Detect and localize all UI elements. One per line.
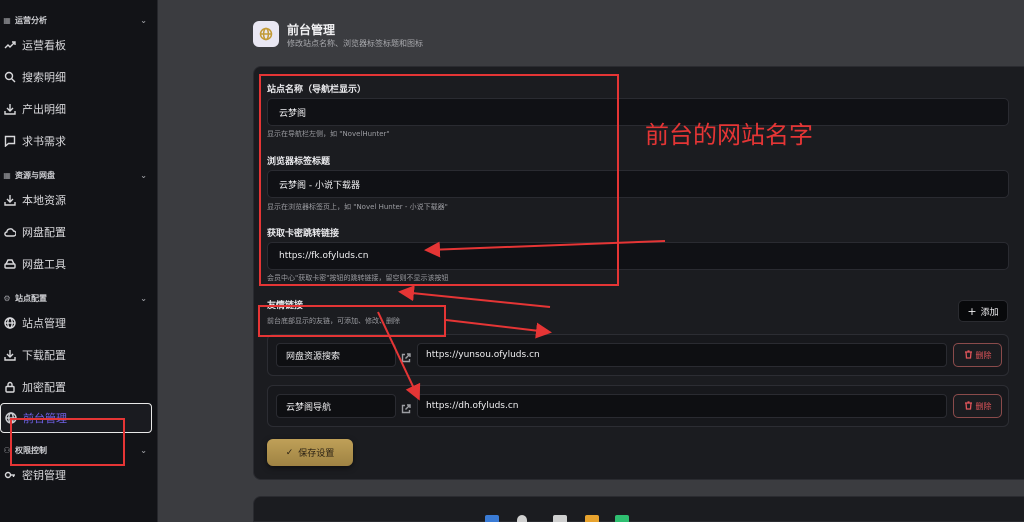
- save-button-label: 保存设置: [298, 449, 335, 459]
- sidebar-item-label: 运营看板: [22, 39, 66, 52]
- group-site[interactable]: ⚙ 站点配置 ⌄: [0, 289, 157, 307]
- group-analytics[interactable]: ▦ 运营分析 ⌄: [0, 11, 157, 29]
- sidebar-item-encrypt-config[interactable]: 加密配置: [0, 371, 157, 403]
- taskbar: [0, 510, 1024, 522]
- trash-icon: [964, 349, 973, 361]
- link-name-input[interactable]: 云梦阁导航: [276, 394, 396, 418]
- chevron-down-icon: ⌄: [140, 15, 147, 25]
- app-icon[interactable]: [585, 515, 599, 522]
- download-icon: [3, 348, 17, 362]
- sidebar-item-search-detail[interactable]: 搜索明细: [0, 61, 157, 93]
- external-link-icon[interactable]: [401, 399, 413, 414]
- sidebar-item-label: 产出明细: [22, 103, 66, 116]
- link-url-input[interactable]: https://yunsou.ofyluds.cn: [417, 343, 947, 367]
- download-icon: [3, 193, 17, 207]
- sidebar-item-output-detail[interactable]: 产出明细: [0, 93, 157, 125]
- friend-link-row: 网盘资源搜索 https://yunsou.ofyluds.cn 删除: [267, 334, 1009, 376]
- add-link-button[interactable]: + 添加: [958, 300, 1008, 322]
- drive-icon: [3, 257, 17, 271]
- group-resources[interactable]: ▦ 资源与网盘 ⌄: [0, 166, 157, 184]
- sidebar-item-label: 加密配置: [22, 381, 66, 394]
- link-url-input[interactable]: https://dh.ofyluds.cn: [417, 394, 947, 418]
- chevron-down-icon: ⌄: [140, 293, 147, 303]
- delete-link-button[interactable]: 删除: [953, 394, 1002, 418]
- search-icon[interactable]: [517, 515, 527, 522]
- sidebar-item-label: 下载配置: [22, 349, 66, 362]
- sidebar-item-label: 求书需求: [22, 135, 66, 148]
- delete-link-label: 删除: [975, 401, 992, 411]
- sidebar-item-local-resources[interactable]: 本地资源: [0, 184, 157, 216]
- lock-icon: [3, 380, 17, 394]
- trend-icon: [3, 38, 17, 52]
- key-icon: [3, 468, 17, 482]
- chevron-down-icon: ⌄: [140, 170, 147, 180]
- globe-icon: [3, 316, 17, 330]
- check-icon: ✓: [285, 447, 294, 458]
- cloud-icon: [3, 225, 17, 239]
- sidebar-item-label: 站点管理: [22, 317, 66, 330]
- taskview-icon[interactable]: [553, 515, 567, 522]
- chevron-down-icon: ⌄: [140, 445, 147, 455]
- wechat-icon[interactable]: [615, 515, 629, 522]
- sidebar-item-label: 密钥管理: [22, 469, 66, 482]
- delete-link-button[interactable]: 删除: [953, 343, 1002, 367]
- sidebar-item-book-request[interactable]: 求书需求: [0, 125, 157, 157]
- friend-link-row: 云梦阁导航 https://dh.ofyluds.cn 删除: [267, 385, 1009, 427]
- sidebar-item-netdisk-config[interactable]: 网盘配置: [0, 216, 157, 248]
- page-subtitle: 修改站点名称、浏览器标签标题和图标: [287, 39, 423, 48]
- sidebar-item-label: 网盘工具: [22, 258, 66, 271]
- plus-icon: +: [967, 304, 977, 318]
- globe-icon: [253, 21, 279, 47]
- sidebar-item-netdisk-tools[interactable]: 网盘工具: [0, 248, 157, 280]
- sidebar-item-label: 网盘配置: [22, 226, 66, 239]
- windows-icon[interactable]: [485, 515, 499, 522]
- sidebar-item-download-config[interactable]: 下载配置: [0, 339, 157, 371]
- trash-icon: [964, 400, 973, 412]
- annotation-text: 前台的网站名字: [645, 121, 813, 149]
- grid-icon: ▦: [3, 15, 11, 25]
- annotation-box-friend-links: [258, 305, 446, 337]
- grid-icon: ▦: [3, 170, 11, 180]
- sidebar-item-site-manage[interactable]: 站点管理: [0, 307, 157, 339]
- annotation-box-site-fields: [259, 74, 619, 286]
- group-label: 运营分析: [15, 15, 47, 25]
- sidebar-item-dashboard[interactable]: 运营看板: [0, 29, 157, 61]
- group-label: 站点配置: [15, 293, 47, 303]
- download-icon: [3, 102, 17, 116]
- sidebar-item-label: 本地资源: [22, 194, 66, 207]
- delete-link-label: 删除: [975, 350, 992, 360]
- gear-icon: ⚙: [3, 293, 11, 303]
- save-button[interactable]: ✓ 保存设置: [267, 439, 353, 466]
- page-title: 前台管理: [287, 23, 336, 37]
- add-link-label: 添加: [980, 307, 999, 318]
- annotation-box-sidebar: [10, 418, 125, 466]
- message-icon: [3, 134, 17, 148]
- external-link-icon[interactable]: [401, 348, 413, 363]
- search-icon: [3, 70, 17, 84]
- group-label: 资源与网盘: [15, 170, 55, 180]
- link-name-input[interactable]: 网盘资源搜索: [276, 343, 396, 367]
- sidebar-item-label: 搜索明细: [22, 71, 66, 84]
